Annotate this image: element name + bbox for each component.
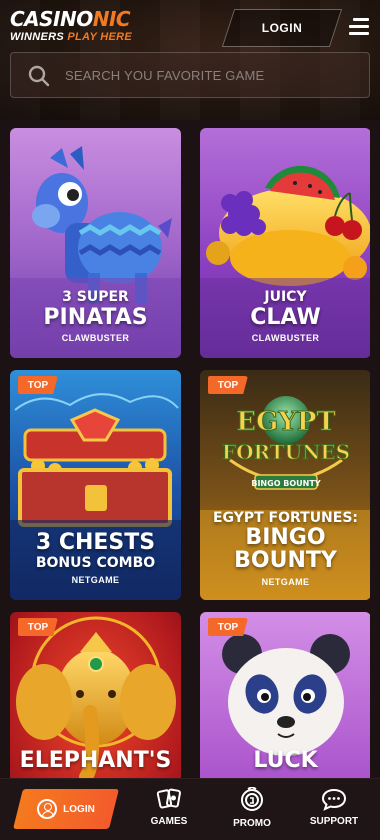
nav-promo-label: PROMO xyxy=(233,818,271,829)
game-title-line1: EGYPT FORTUNES: xyxy=(212,510,359,526)
game-title-line2: BONUS COMBO xyxy=(35,555,156,571)
search-bar[interactable] xyxy=(10,52,370,98)
brand-logo[interactable]: CASINONIC WINNERS PLAY HERE xyxy=(10,9,132,43)
chat-bubble-icon xyxy=(321,788,347,811)
game-card-3-super-pinatas[interactable]: 3 SUPER PINATAS CLAWBUSTER xyxy=(10,128,181,358)
top-badge: TOP xyxy=(18,376,58,394)
logo-fortunes-text: FORTUNES xyxy=(222,440,350,464)
game-provider: CLAWBUSTER xyxy=(61,333,130,343)
logo-egypt-text: EGYPT xyxy=(236,407,336,437)
top-badge: TOP xyxy=(208,618,248,636)
login-button-label: LOGIN xyxy=(261,21,303,35)
top-badge: TOP xyxy=(208,376,248,394)
games-grid: 3 SUPER PINATAS CLAWBUSTER JUICY CLAW CL… xyxy=(10,128,370,778)
cards-icon xyxy=(156,788,181,809)
nav-support[interactable]: SUPPORT xyxy=(304,787,364,835)
game-title-line3: BOUNTY xyxy=(234,548,337,573)
nav-games[interactable]: GAMES xyxy=(139,787,199,835)
tagline-play-here: PLAY HERE xyxy=(67,31,133,43)
top-header: CASINONIC WINNERS PLAY HERE LOGIN xyxy=(0,0,380,50)
top-badge: TOP xyxy=(18,618,58,636)
logo-casino-text: CASINO xyxy=(10,7,93,31)
search-input[interactable] xyxy=(65,53,360,97)
game-title-line1: 3 SUPER xyxy=(62,289,129,305)
logo-tagline: WINNERS PLAY HERE xyxy=(10,31,132,43)
hamburger-icon[interactable] xyxy=(349,18,369,36)
logo-bingo-bounty-text: BINGO BOUNTY xyxy=(251,479,320,488)
game-card-egypt-fortunes[interactable]: EGYPT FORTUNES BINGO BOUNTY TOP EGYPT FO… xyxy=(200,370,370,600)
game-card-3-chests[interactable]: TOP 3 CHESTS BONUS COMBO NETGAME xyxy=(10,370,181,600)
game-title-line1: 3 CHESTS xyxy=(35,530,156,555)
logo-nic-text: NIC xyxy=(92,7,131,31)
game-provider: NETGAME xyxy=(261,577,310,587)
game-title: ELEPHANT'S xyxy=(19,748,172,773)
logo-wordmark: CASINONIC xyxy=(10,9,132,29)
nav-games-label: GAMES xyxy=(150,816,188,827)
game-title-line1: JUICY xyxy=(264,289,307,305)
promo-chip-icon xyxy=(241,787,263,811)
search-icon xyxy=(28,65,50,87)
bottom-navigation: LOGIN GAMES PROMO SUPPORT xyxy=(0,778,380,840)
tagline-winners: WINNERS xyxy=(10,31,68,43)
game-provider: NETGAME xyxy=(71,575,120,585)
bottom-login-button[interactable]: LOGIN xyxy=(13,789,119,829)
login-button[interactable]: LOGIN xyxy=(221,9,343,47)
game-card-juicy-claw[interactable]: JUICY CLAW CLAWBUSTER xyxy=(200,128,370,358)
game-title-line2: PINATAS xyxy=(43,305,148,330)
bottom-login-label: LOGIN xyxy=(63,803,95,815)
game-title-line2: CLAW xyxy=(250,305,321,330)
game-provider: CLAWBUSTER xyxy=(251,333,320,343)
game-card-elephants[interactable]: TOP ELEPHANT'S xyxy=(10,612,181,778)
nav-promo[interactable]: PROMO xyxy=(222,787,282,835)
game-title: LUCK xyxy=(253,748,318,773)
nav-support-label: SUPPORT xyxy=(309,816,359,827)
game-card-luck[interactable]: TOP LUCK xyxy=(200,612,370,778)
user-icon xyxy=(37,799,58,819)
